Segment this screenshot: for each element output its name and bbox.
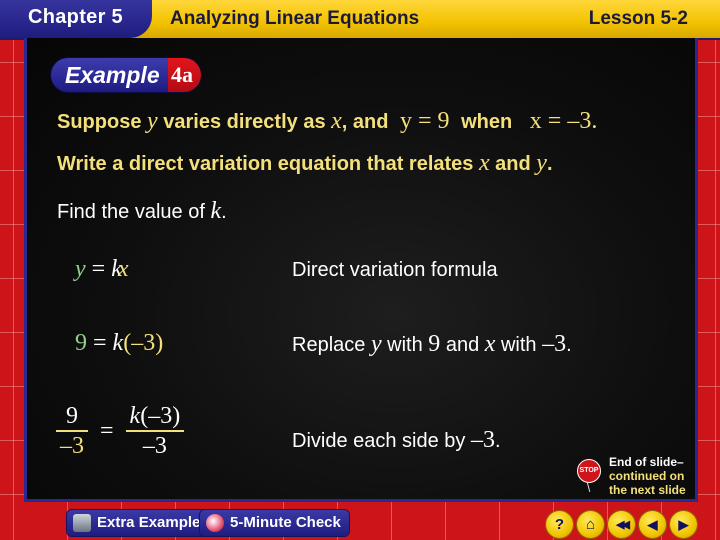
arrow-left-icon: ◀ [647,516,658,532]
numerator: 9 [66,403,78,429]
computer-icon [73,514,91,532]
continued-line: continued on [609,469,685,483]
text: Suppose [57,111,148,133]
text: when [461,111,518,133]
extra-examples-label: Extra Examples [97,514,209,531]
number: –3 [470,427,495,453]
rhs: x [117,256,129,282]
problem-line-1: Suppose y varies directly as x, and y = … [57,108,597,135]
step-3-note: Divide each side by –3. [292,427,501,454]
text: . [221,201,227,223]
step-1-note: Direct variation formula [292,259,498,281]
text: . [566,334,572,356]
lhs: 9 [75,330,87,356]
number: –3 [542,331,567,357]
equals-sign: = [91,256,106,282]
number: 9 [428,331,441,357]
problem-line-3: Find the value of k. [57,198,227,225]
text: and [440,334,485,356]
step-2-note: Replace y with 9 and x with –3. [292,331,572,358]
var-y: y [147,108,158,134]
five-minute-check-label: 5-Minute Check [230,514,341,531]
text: Find the value of [57,201,211,223]
numerator: k(–3) [126,402,185,430]
text: and [489,153,537,175]
stop-sign-icon: STOP [577,459,601,483]
rhs: (–3) [123,330,164,356]
fraction-left: 9 –3 [56,402,88,460]
var-y: y [370,331,382,357]
step-3-equation: 9 –3 = k(–3) –3 [56,402,185,460]
equation-x-neg3: x = –3. [529,108,598,134]
rewind-icon: ◀◀ [616,519,630,531]
home-button[interactable]: ⌂ [577,511,604,538]
extra-examples-button[interactable]: Extra Examples [67,510,217,536]
var-x: x [331,108,342,134]
chapter-label: Chapter 5 [28,6,123,28]
question-icon: ? [554,516,565,533]
text: Write a direct variation equation that r… [57,153,479,175]
denominator: –3 [60,433,84,459]
next-slide-line: the next slide [609,483,686,497]
var-k: k [112,330,124,356]
text: Replace [292,334,371,356]
step-2-equation: 9 = k(–3) [75,330,163,357]
text: , and [341,111,395,133]
equals-sign: = [93,330,107,356]
example-number: 4a [168,58,201,92]
clock-icon [206,514,224,532]
var-k: k [129,403,141,429]
problem-line-2: Write a direct variation equation that r… [57,150,553,177]
text: with [381,334,429,356]
example-badge: Example 4a [51,58,201,92]
header-bar: Chapter 5 Analyzing Linear Equations Les… [0,0,720,40]
page-title: Analyzing Linear Equations [170,8,420,29]
text: varies directly as [157,111,332,133]
step-1-equation: y = kx [75,256,129,283]
text: with [495,334,543,356]
text: Divide each side by [292,430,471,452]
text: . [494,430,501,452]
first-slide-button[interactable]: ◀◀ [608,511,635,538]
denominator: –3 [142,433,167,459]
end-of-slide-line: End of slide– [609,455,684,469]
text: (–3) [140,403,181,429]
home-icon: ⌂ [585,516,596,533]
text: . [546,153,553,175]
help-button[interactable]: ? [546,511,573,538]
lesson-label: Lesson 5-2 [588,8,688,29]
var-k: k [210,198,222,224]
equals-sign: = [100,417,114,444]
var-x: x [478,150,490,176]
lhs: y [75,256,86,282]
end-of-slide-text: End of slide– continued on the next slid… [609,455,719,497]
example-label: Example [51,58,168,92]
var-x: x [484,331,496,357]
fraction-right: k(–3) –3 [125,402,185,460]
arrow-right-icon: ▶ [678,516,689,532]
next-slide-button[interactable]: ▶ [670,511,697,538]
equation-y-9: y = 9 [400,108,450,134]
previous-slide-button[interactable]: ◀ [639,511,666,538]
var-y: y [536,150,547,176]
five-minute-check-button[interactable]: 5-Minute Check [200,510,349,536]
